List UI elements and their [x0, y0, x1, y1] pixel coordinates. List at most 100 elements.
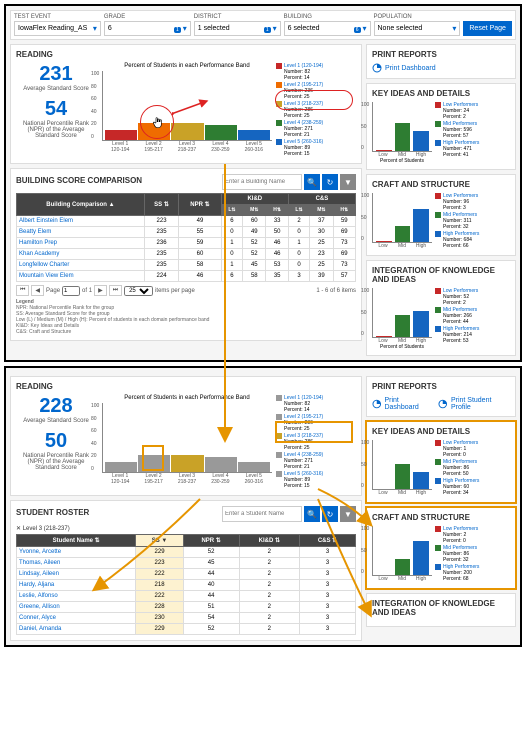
filter-icon: ▼	[344, 178, 352, 187]
col-cs: C&S	[288, 194, 355, 205]
perf-bar-level5[interactable]	[238, 462, 270, 473]
perf-bar-level1[interactable]	[105, 130, 137, 140]
filter-button-b[interactable]: ▼	[340, 506, 356, 522]
pager-next[interactable]: ▶	[94, 285, 107, 296]
filter-population[interactable]: None selected▾	[374, 21, 461, 36]
perf-bar-level3[interactable]	[171, 123, 203, 141]
mini-bar[interactable]	[413, 541, 429, 575]
col-kid: KI&D	[221, 194, 288, 205]
pie-icon	[372, 63, 382, 73]
table-row[interactable]: Greene, Allison2285123	[17, 602, 356, 613]
filter-label-grade: GRADE	[104, 14, 191, 20]
search-button[interactable]: 🔍	[304, 174, 320, 190]
perf-bar-level5[interactable]	[238, 130, 270, 141]
perf-bar-level4[interactable]	[205, 125, 237, 140]
mini-bar[interactable]	[376, 150, 392, 151]
table-row[interactable]: Lindsay, Aileen2224423	[17, 569, 356, 580]
perf-bar-level4[interactable]	[205, 457, 237, 472]
filter-grade[interactable]: 61 ▾	[104, 21, 191, 36]
mini-bar[interactable]	[376, 336, 392, 337]
filter-label-test-event: TEST EVENT	[14, 14, 101, 20]
chevron-down-icon: ▾	[93, 24, 97, 33]
roster-filter-chip[interactable]: ✕ Level 3 (218-237)	[16, 525, 356, 532]
perf-band-chart-b[interactable]: 100806040200	[102, 403, 272, 473]
mini-bar[interactable]	[395, 226, 411, 242]
perf-bar-level3[interactable]	[171, 455, 203, 473]
table-row[interactable]: Albert Einstein Elem223496603323759	[17, 216, 356, 227]
craft-panel: CRAFT AND STRUCTURE 100500LowMidHighLow …	[366, 174, 516, 256]
search-button-b[interactable]: 🔍	[304, 506, 320, 522]
perf-bar-level1[interactable]	[105, 462, 137, 472]
building-search-input[interactable]	[222, 174, 302, 190]
pager-page-input[interactable]	[62, 286, 80, 296]
reading-panel-bottom: READING 228 Average Standard Score 50 Na…	[10, 376, 362, 496]
filter-test-event[interactable]: IowaFlex Reading_AS▾	[14, 21, 101, 36]
integ-title: INTEGRATION OF KNOWLEDGE AND IDEAS	[372, 266, 510, 284]
mini-bar[interactable]	[395, 315, 411, 337]
refresh-button[interactable]: ↻	[322, 174, 338, 190]
annotation-arrow	[172, 98, 212, 118]
avg-score-b: 228	[16, 395, 96, 418]
chevron-down-icon: ▾	[362, 24, 366, 33]
pager-prev[interactable]: ◀	[31, 285, 44, 296]
roster-title: STUDENT ROSTER	[16, 508, 89, 517]
col-kid-b[interactable]: KI&D ⇅	[239, 535, 299, 547]
annotation-box-legend	[275, 421, 353, 443]
refresh-button-b[interactable]: ↻	[322, 506, 338, 522]
table-row[interactable]: Longfellow Charter235581455302573	[17, 260, 356, 271]
mini-bar[interactable]	[413, 472, 429, 489]
table-row[interactable]: Conner, Alyce2305423	[17, 613, 356, 624]
filter-district[interactable]: 1 selected1 ▾	[194, 21, 281, 36]
student-search-input[interactable]	[222, 506, 302, 522]
col-ss[interactable]: SS ⇅	[144, 194, 178, 216]
mini-bar[interactable]	[413, 131, 429, 152]
table-row[interactable]: Daniel, Amanda2295223	[17, 624, 356, 635]
mini-bar[interactable]	[376, 241, 392, 243]
pager: ⏮ ◀ Page of 1 ▶ ⏭ 25 items per page 1 - …	[16, 285, 356, 296]
table-row[interactable]: Khan Academy235600524602369	[17, 249, 356, 260]
filter-building[interactable]: 6 selected6 ▾	[284, 21, 371, 36]
refresh-icon: ↻	[327, 178, 334, 187]
avg-standard-score: 231	[16, 63, 96, 86]
print-dashboard-link[interactable]: Print Dashboard	[372, 63, 510, 73]
hand-cursor-icon	[150, 115, 166, 131]
search-icon: 🔍	[307, 178, 317, 187]
reset-page-button[interactable]: Reset Page	[463, 21, 512, 36]
pager-last[interactable]: ⏭	[109, 285, 122, 296]
bsc-title: BUILDING SCORE COMPARISON	[16, 176, 142, 185]
chevron-down-icon: ▾	[183, 24, 187, 33]
table-row[interactable]: Mountain View Elem224466583533957	[17, 271, 356, 282]
table-row[interactable]: Beatty Elem235550495003069	[17, 227, 356, 238]
print-student-profile-link[interactable]: Print Student Profile	[438, 397, 510, 411]
perf-band-legend: Level 1 (120-194)Number: 82Percent: 14Le…	[276, 63, 356, 158]
col-ss-b[interactable]: SS ▼	[136, 535, 183, 547]
table-row[interactable]: Hardy, Aljana2184023	[17, 580, 356, 591]
mini-bar[interactable]	[395, 464, 411, 489]
mini-bar[interactable]	[395, 123, 411, 152]
mini-bar[interactable]	[413, 311, 429, 338]
col-cs-b[interactable]: C&S ⇅	[300, 535, 356, 547]
integration-panel-b: INTEGRATION OF KNOWLEDGE AND IDEAS	[366, 593, 516, 627]
top-dashboard-frame: TEST EVENT IowaFlex Reading_AS▾ GRADE 61…	[4, 4, 522, 362]
pager-first[interactable]: ⏮	[16, 285, 29, 296]
mini-bar[interactable]	[413, 209, 429, 242]
table-row[interactable]: Yvonne, Arcette2295223	[17, 547, 356, 558]
print-dashboard-link-b[interactable]: Print Dashboard	[372, 397, 432, 411]
col-npr-b[interactable]: NPR ⇅	[183, 535, 239, 547]
col-building[interactable]: Building Comparison ▲	[17, 194, 145, 216]
print-reports-panel-b: PRINT REPORTS Print Dashboard Print Stud…	[366, 376, 516, 417]
reading-title: READING	[16, 50, 356, 59]
col-npr[interactable]: NPR ⇅	[179, 194, 222, 216]
reading-panel: READING 231 Average Standard Score 54 Na…	[10, 44, 362, 164]
items-per-page[interactable]: 25	[124, 286, 153, 296]
mini-bar[interactable]	[395, 559, 411, 575]
npr-value: 54	[16, 98, 96, 121]
npr-b: 50	[16, 430, 96, 453]
table-row[interactable]: Hamilton Prep236591524612573	[17, 238, 356, 249]
col-student-name[interactable]: Student Name ⇅	[17, 535, 136, 547]
key-ideas-panel: KEY IDEAS AND DETAILS 100500LowMidHighPe…	[366, 83, 516, 170]
table-row[interactable]: Thomas, Aileen2234523	[17, 558, 356, 569]
filter-button[interactable]: ▼	[340, 174, 356, 190]
avg-score-label: Average Standard Score	[16, 86, 96, 92]
table-row[interactable]: Leslie, Alfonso2224423	[17, 591, 356, 602]
